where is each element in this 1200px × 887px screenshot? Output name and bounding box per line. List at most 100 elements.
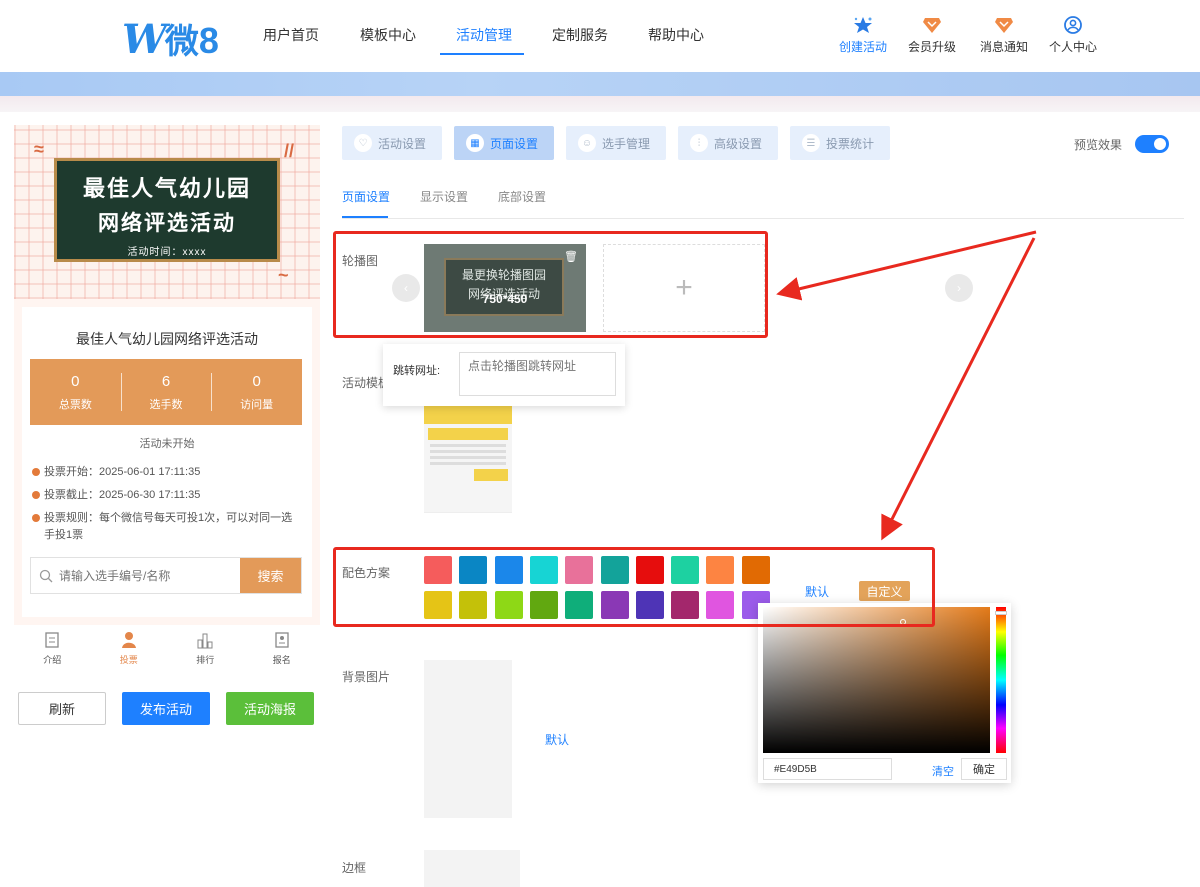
color-swatch[interactable] (529, 556, 558, 584)
color-swatch[interactable] (565, 556, 594, 584)
star-sparkle-icon (854, 17, 872, 33)
banner-line-3: 活动时间：xxxx (127, 247, 207, 258)
saturation-value-area[interactable] (763, 607, 990, 753)
color-swatch[interactable] (494, 556, 523, 584)
menu-home[interactable]: 用户首页 (263, 25, 319, 45)
activity-poster-button[interactable]: 活动海报 (226, 692, 314, 725)
color-swatch[interactable] (671, 556, 700, 584)
hue-slider[interactable] (995, 607, 1007, 753)
stat-visits: 0 访问量 (211, 359, 302, 425)
color-swatch[interactable] (635, 556, 664, 584)
tab-contestant-management[interactable]: ☺ 选手管理 (566, 126, 666, 160)
header-band-shadow (0, 96, 1200, 112)
thumb-line (430, 444, 506, 447)
color-swatch[interactable] (529, 591, 558, 619)
carousel-image[interactable]: 最更换轮播图园 网络评选活动 750*450 🗑 (424, 244, 586, 332)
picker-confirm-button[interactable]: 确定 (961, 758, 1007, 780)
trash-icon[interactable]: 🗑 (564, 250, 578, 263)
search-button[interactable]: 搜索 (240, 558, 301, 593)
mobile-preview: ≈ // ~ 最佳人气幼儿园 网络评选活动 活动时间：xxxx 最佳人气幼儿园网… (14, 125, 320, 625)
bgimage-label: 背景图片 (342, 670, 391, 684)
color-default-button[interactable]: 默认 (805, 583, 829, 600)
color-custom-button[interactable]: 自定义 (859, 581, 910, 601)
activity-info-card: 最佳人气幼儿园网络评选活动 0 总票数 6 选手数 0 访问量 活动未开始 投票… (22, 307, 312, 617)
menu-activity-management[interactable]: 活动管理 (456, 25, 512, 45)
rule-vote-start: 投票开始：2025-06-01 17:11:35 (32, 464, 200, 481)
refresh-button[interactable]: 刷新 (18, 692, 106, 725)
carousel-next-button[interactable]: › (945, 274, 973, 302)
rule-text: 投票开始：2025-06-01 17:11:35 (44, 466, 201, 478)
bell-badge-icon (995, 18, 1013, 33)
clock-icon (32, 491, 40, 499)
clock-icon (32, 468, 40, 476)
color-swatch[interactable] (706, 556, 735, 584)
decoration-squiggle-icon: ≈ (34, 139, 44, 159)
subtab-display-settings[interactable]: 显示设置 (420, 188, 468, 205)
color-swatch[interactable] (635, 591, 664, 619)
tab-label: 排行 (196, 655, 215, 665)
menu-templates[interactable]: 模板中心 (360, 25, 416, 45)
color-swatch[interactable] (600, 591, 629, 619)
tab-label: 报名 (272, 655, 291, 665)
create-activity-button[interactable]: 创建活动 (828, 16, 898, 55)
preview-effect-label: 预览效果 (1074, 138, 1123, 152)
tab-label: 投票 (119, 655, 138, 665)
publish-activity-button[interactable]: 发布活动 (122, 692, 210, 725)
color-swatch[interactable] (494, 591, 523, 619)
color-swatch[interactable] (706, 591, 735, 619)
subtab-footer-settings[interactable]: 底部设置 (498, 188, 546, 205)
color-swatch[interactable] (600, 556, 629, 584)
background-image-placeholder[interactable] (424, 660, 512, 818)
carousel-prev-button[interactable]: ‹ (392, 274, 420, 302)
banner-line-1: 最佳人气幼儿园 (82, 176, 251, 201)
logo-w: W (122, 16, 167, 63)
tab-advanced-settings[interactable]: ⫶ 高级设置 (678, 126, 778, 160)
tab-vote-statistics[interactable]: ☰ 投票统计 (790, 126, 890, 160)
carousel-img-line1: 最更换轮播图园 (461, 268, 546, 282)
color-picker-panel: 清空 确定 (758, 603, 1011, 783)
personal-center-button[interactable]: 个人中心 (1038, 16, 1108, 55)
border-placeholder[interactable] (424, 850, 520, 887)
personal-center-label: 个人中心 (1048, 40, 1097, 54)
preview-effect-toggle[interactable] (1135, 135, 1169, 153)
menu-custom-service[interactable]: 定制服务 (552, 25, 608, 45)
member-upgrade-button[interactable]: 会员升级 (897, 16, 967, 55)
color-swatch[interactable] (741, 556, 770, 584)
hue-thumb[interactable] (995, 611, 1007, 615)
thumb-button (474, 469, 508, 481)
add-carousel-image[interactable]: + (603, 244, 765, 332)
color-swatch[interactable] (424, 556, 452, 584)
color-swatch[interactable] (459, 556, 488, 584)
color-swatch[interactable] (424, 591, 452, 619)
top-navbar: W 微 8 用户首页 模板中心 活动管理 定制服务 帮助中心 创建活动 会员升级… (0, 0, 1200, 70)
tab-signup[interactable]: 报名 (244, 627, 321, 671)
logo[interactable]: W 微 8 (122, 14, 219, 63)
jump-url-label: 跳转网址: (393, 365, 441, 377)
notifications-button[interactable]: 消息通知 (969, 16, 1039, 55)
color-swatch[interactable] (565, 591, 594, 619)
color-swatch[interactable] (671, 591, 700, 619)
tab-page-settings[interactable]: ▦ 页面设置 (454, 126, 554, 160)
arrow-to-carousel (776, 230, 1037, 301)
tab-label: 高级设置 (714, 136, 763, 151)
tab-activity-settings[interactable]: ♡ 活动设置 (342, 126, 442, 160)
hex-input[interactable] (763, 758, 892, 780)
color-swatch[interactable] (459, 591, 488, 619)
thumb-footer (424, 512, 512, 524)
member-upgrade-label: 会员升级 (907, 40, 956, 54)
logo-wei: 微 (164, 23, 199, 61)
tab-vote[interactable]: 投票 (91, 627, 168, 671)
menu-help-center[interactable]: 帮助中心 (648, 25, 704, 45)
people-icon: ☺ (578, 134, 596, 152)
tab-ranking[interactable]: 排行 (167, 627, 244, 671)
jump-url-input[interactable] (459, 352, 616, 396)
tab-intro[interactable]: 介绍 (14, 627, 91, 671)
chalkboard: 最佳人气幼儿园 网络评选活动 活动时间：xxxx (54, 158, 280, 262)
picker-cursor[interactable] (900, 619, 906, 625)
template-thumbnail[interactable] (424, 404, 512, 524)
bgimage-default-button[interactable]: 默认 (545, 731, 569, 748)
create-activity-label: 创建活动 (838, 40, 887, 54)
search-input[interactable] (53, 558, 240, 593)
picker-clear-button[interactable]: 清空 (932, 763, 954, 779)
subtab-page-settings[interactable]: 页面设置 (342, 188, 390, 205)
